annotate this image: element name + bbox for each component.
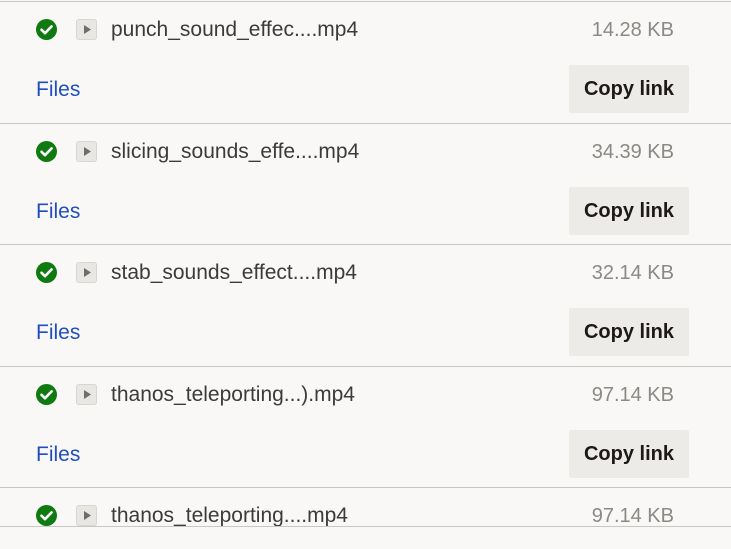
file-row: punch_sound_effec....mp4 14.28 KB bbox=[0, 1, 731, 59]
file-name: punch_sound_effec....mp4 bbox=[111, 18, 359, 41]
play-icon[interactable] bbox=[76, 505, 97, 526]
play-icon[interactable] bbox=[76, 19, 97, 40]
file-name: slicing_sounds_effe....mp4 bbox=[111, 140, 360, 163]
file-size: 32.14 KB bbox=[591, 262, 674, 284]
file-size: 97.14 KB bbox=[591, 384, 674, 406]
files-link[interactable]: Files bbox=[36, 199, 80, 225]
play-icon[interactable] bbox=[76, 384, 97, 405]
file-row: stab_sounds_effect....mp4 32.14 KB bbox=[0, 244, 731, 302]
files-link[interactable]: Files bbox=[36, 442, 80, 468]
file-item: slicing_sounds_effe....mp4 34.39 KB File… bbox=[0, 123, 731, 245]
file-size: 34.39 KB bbox=[591, 141, 674, 163]
copy-link-button[interactable]: Copy link bbox=[569, 308, 689, 356]
file-name: stab_sounds_effect....mp4 bbox=[111, 261, 357, 284]
play-icon[interactable] bbox=[76, 262, 97, 283]
check-circle-icon bbox=[36, 505, 57, 526]
list-divider bbox=[0, 526, 731, 527]
upload-list: punch_sound_effec....mp4 14.28 KB Files … bbox=[0, 0, 731, 549]
check-circle-icon bbox=[36, 384, 57, 405]
file-item: thanos_teleporting....mp4 97.14 KB bbox=[0, 487, 731, 527]
copy-link-button[interactable]: Copy link bbox=[569, 187, 689, 235]
file-row: thanos_teleporting....mp4 97.14 KB bbox=[0, 487, 731, 545]
check-circle-icon bbox=[36, 19, 57, 40]
copy-link-button[interactable]: Copy link bbox=[569, 430, 689, 478]
copy-link-button[interactable]: Copy link bbox=[569, 65, 689, 113]
file-name: thanos_teleporting...).mp4 bbox=[111, 383, 355, 406]
file-row: slicing_sounds_effe....mp4 34.39 KB bbox=[0, 123, 731, 181]
play-icon[interactable] bbox=[76, 141, 97, 162]
file-row: thanos_teleporting...).mp4 97.14 KB bbox=[0, 366, 731, 424]
files-link[interactable]: Files bbox=[36, 77, 80, 103]
file-item: thanos_teleporting...).mp4 97.14 KB File… bbox=[0, 366, 731, 488]
files-link[interactable]: Files bbox=[36, 320, 80, 346]
file-item: punch_sound_effec....mp4 14.28 KB Files … bbox=[0, 1, 731, 123]
file-item: stab_sounds_effect....mp4 32.14 KB Files… bbox=[0, 244, 731, 366]
file-size: 14.28 KB bbox=[591, 19, 674, 41]
check-circle-icon bbox=[36, 141, 57, 162]
check-circle-icon bbox=[36, 262, 57, 283]
